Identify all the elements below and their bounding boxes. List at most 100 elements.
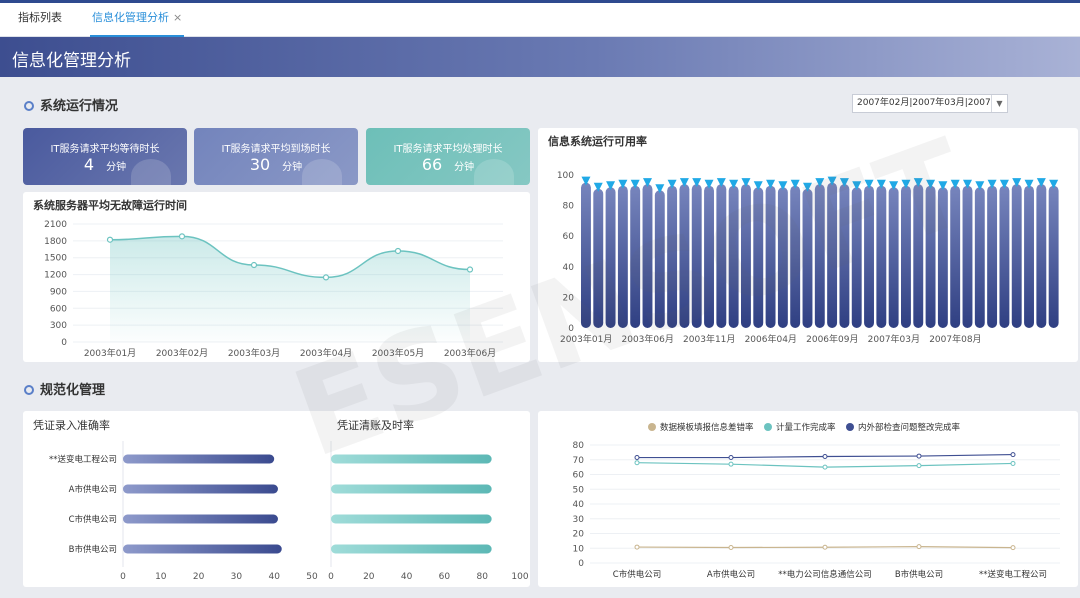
x-tick-label: 2003年01月 [84,347,136,359]
data-point [466,266,474,273]
kpi-value: 30 [249,155,271,174]
y-tick-label: 300 [50,321,67,331]
availability-bar [617,185,628,328]
section-title-text: 系统运行情况 [40,99,119,114]
data-point [106,236,114,243]
availability-bar-chart: 0 20 40 60 80 100 2003年01月 2003年06月 2003年11月 2006… [557,171,1059,345]
page-title: 信息化管理分析 [12,51,131,71]
x-tick-label: 0 [328,572,334,582]
data-point [1010,460,1016,466]
close-icon[interactable]: × [173,11,182,24]
x-tick-label: 80 [476,572,488,582]
x-tick-label: 2006年04月 [745,333,797,345]
y-tick-label: 0 [61,338,67,348]
y-tick-label: 0 [568,324,574,334]
x-tick-label: B市供电公司 [895,569,943,580]
availability-bar [728,185,739,328]
y-category-label: **送变电工程公司 [49,454,117,465]
data-point [1010,452,1016,458]
availability-bar [691,184,702,328]
card-voucher: 凭证录入准确率 凭证清账及时率 0 10 20 30 40 50 **送变电工程公司 A市供电… [23,411,530,587]
x-tick-label: 2003年03月 [228,347,280,359]
rates-line-chart: 0 10 20 30 40 50 60 70 80 C市供电公司 A市供电公司 **电力公司信息通信公… [573,422,1060,580]
data-point [728,455,734,461]
y-tick-label: 60 [573,471,585,481]
section-title-text: 规范化管理 [40,383,106,398]
availability-bar [987,185,998,328]
availability-bar [974,187,985,328]
y-tick-label: 0 [578,559,584,569]
availability-bar [1036,184,1047,328]
kpi-card-wait-time: IT服务请求平均等待时长 4 分钟 [23,128,187,185]
data-point [916,544,922,550]
legend-label: 内外部检查问题整改完成率 [858,422,961,433]
availability-bar [876,185,887,328]
chevron-down-icon[interactable]: ▼ [991,95,1007,112]
tab-info-management[interactable]: 信息化管理分析 × [90,3,185,37]
y-tick-label: 100 [557,171,574,181]
data-point [634,544,640,550]
card-availability: 信息系统运行可用率 0 20 40 60 80 100 2003年01月 2003年06月 20… [538,128,1078,362]
availability-bar [667,185,678,328]
bar [331,454,492,464]
data-point [178,233,186,240]
availability-bar [827,182,838,328]
tab-bar: 指标列表 信息化管理分析 × [0,3,1080,37]
availability-bar [888,187,899,328]
availability-bar [790,185,801,328]
legend-marker [648,423,656,431]
x-tick-label: 2003年06月 [444,347,496,359]
availability-bar [814,184,825,328]
y-tick-label: 1800 [44,237,67,247]
y-tick-label: 1500 [44,254,67,264]
y-tick-label: 40 [573,500,585,510]
data-point [1010,545,1016,551]
card-server-uptime: 系统服务器平均无故障运行时间 0 300 600 900 1200 1500 1800 210… [23,192,530,362]
availability-bar [937,187,948,328]
date-range-value: 2007年02月|2007年03月|2007年04 [857,98,1008,108]
tab-label: 指标列表 [18,11,62,24]
kpi-card-process-time: IT服务请求平均处理时长 66 分钟 [366,128,530,185]
x-tick-label: 2007年03月 [868,333,920,345]
availability-bar [679,184,690,328]
date-range-select[interactable]: 2007年02月|2007年03月|2007年04 ▼ [852,94,1008,113]
availability-bar [1024,185,1034,328]
y-tick-label: 30 [573,515,585,525]
data-point [822,464,828,470]
x-tick-label: A市供电公司 [707,569,755,580]
availability-bar [605,187,616,328]
y-tick-label: 70 [573,456,585,466]
bar [331,484,492,494]
y-tick-label: 20 [563,293,575,303]
x-tick-label: 20 [193,572,205,582]
data-point [394,247,402,255]
page-banner: 信息化管理分析 [0,37,1080,77]
availability-bar [777,187,788,328]
kpi-card-arrival-time: IT服务请求平均到场时长 30 分钟 [194,128,358,185]
x-tick-label: **电力公司信息通信公司 [778,569,872,580]
data-point [822,544,828,550]
availability-bar [913,184,924,328]
data-point [250,261,258,269]
x-tick-label: 2006年09月 [806,333,858,345]
availability-bar [704,185,714,328]
y-tick-label: 80 [573,441,585,451]
x-tick-label: 100 [511,572,528,582]
availability-bar [1011,184,1022,328]
availability-bar [999,185,1010,328]
tab-indicator-list[interactable]: 指标列表 [18,3,62,37]
kpi-title: IT服务请求平均到场时长 [221,144,331,155]
x-tick-label: 30 [231,572,243,582]
y-tick-label: 50 [573,485,585,495]
bar [123,514,278,524]
kpi-title: IT服务请求平均处理时长 [393,144,503,155]
x-tick-label: 2003年04月 [300,347,352,359]
x-tick-label: 10 [155,572,167,582]
availability-bar [642,184,653,328]
availability-bar [851,187,862,328]
x-tick-label: 2003年05月 [372,347,424,359]
availability-bar [1048,185,1059,328]
legend-marker [846,423,854,431]
x-tick-label: 2003年06月 [622,333,674,345]
y-tick-label: 600 [50,304,67,314]
